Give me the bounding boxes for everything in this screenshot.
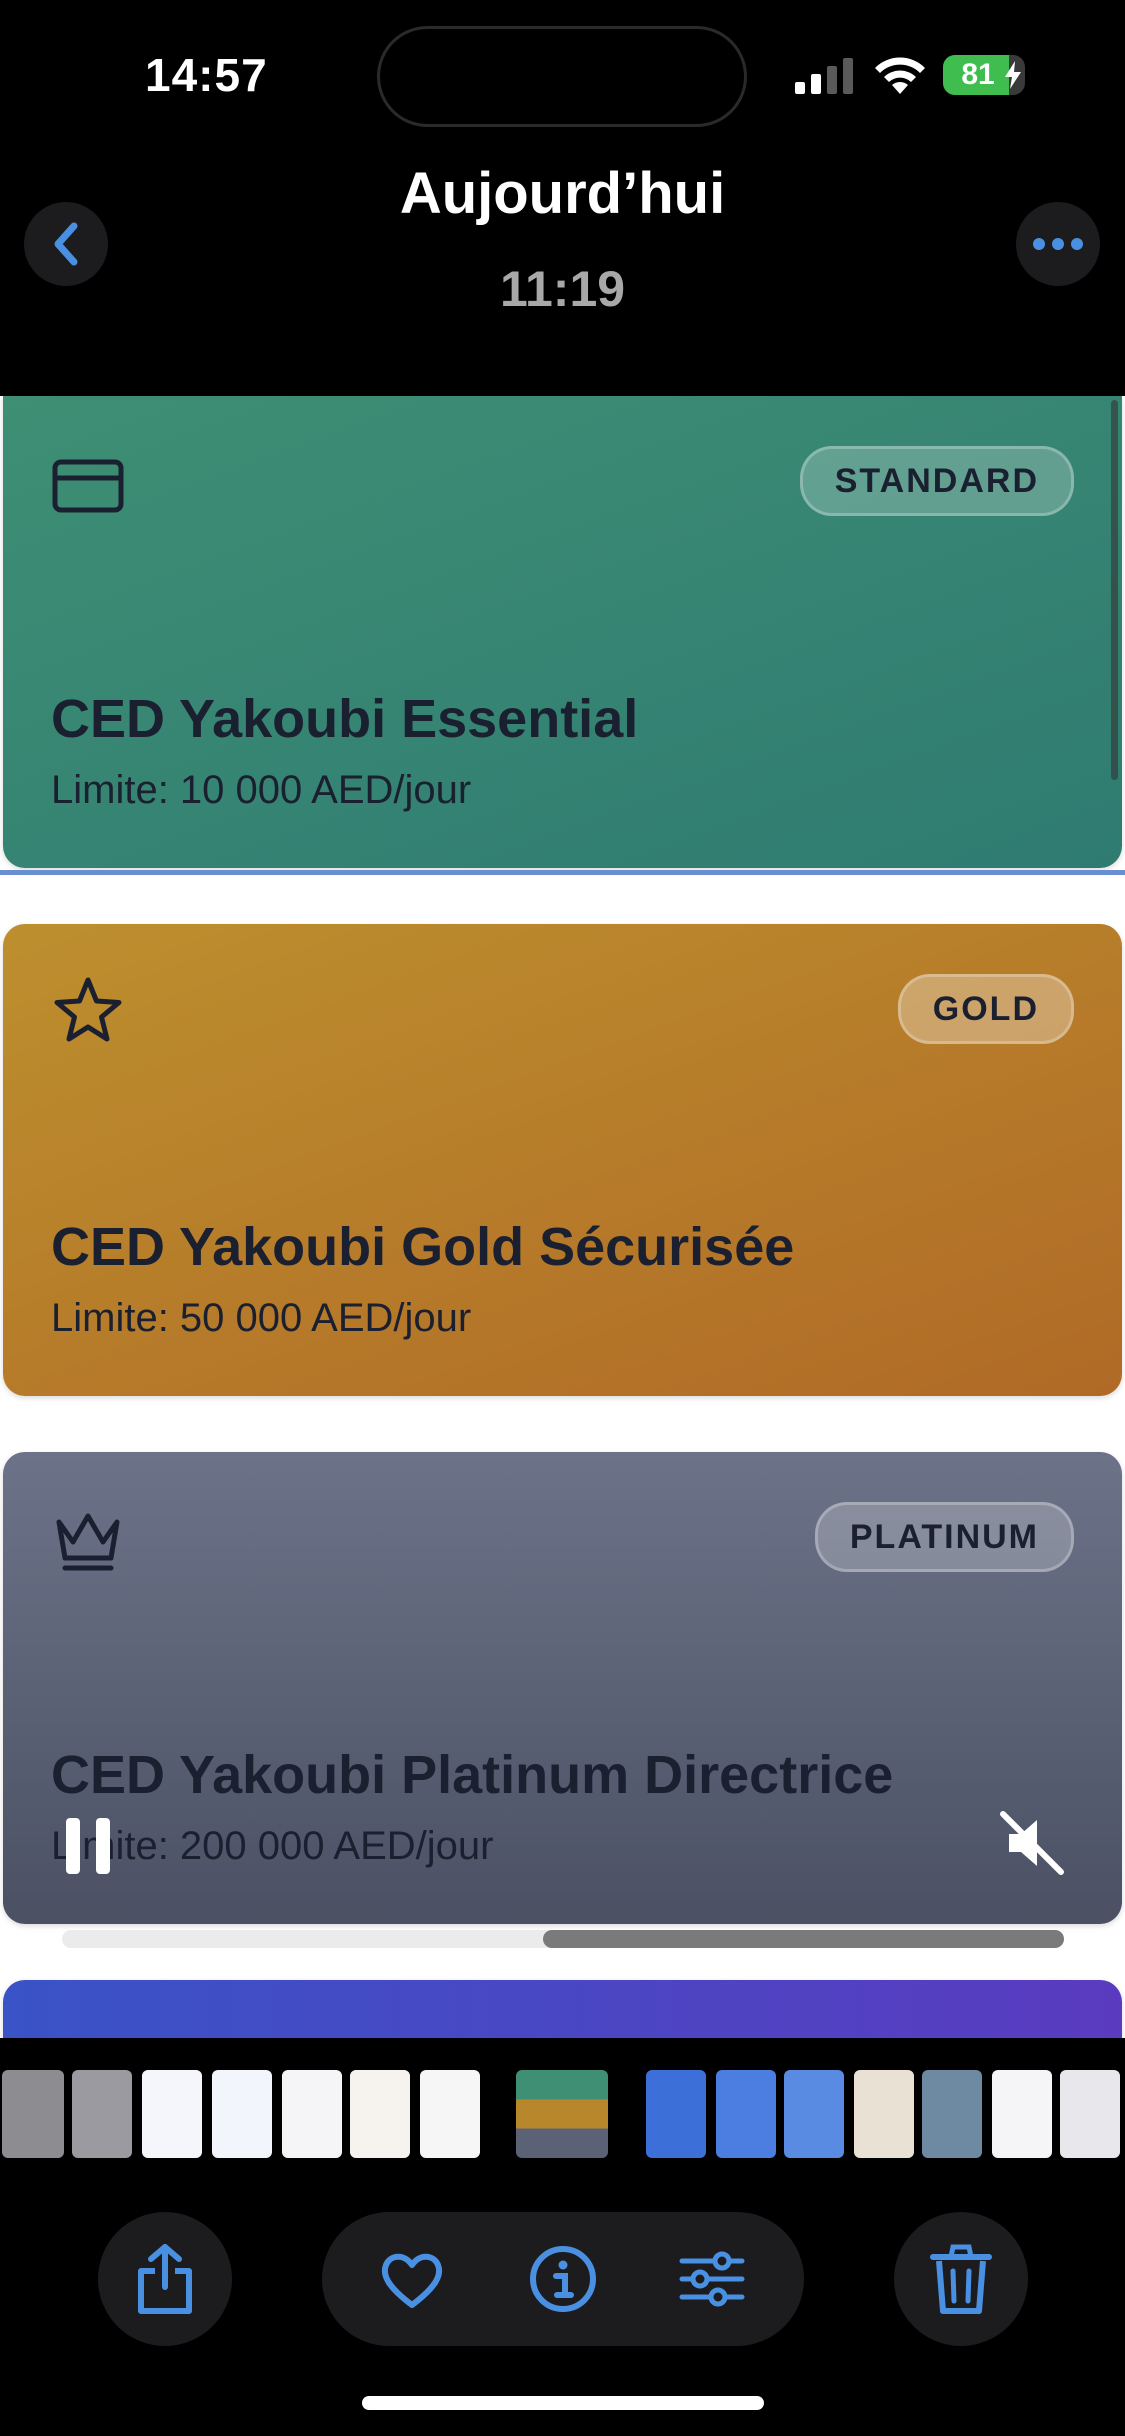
- scroll-indicator: [1111, 400, 1118, 780]
- pause-button[interactable]: [64, 1816, 114, 1876]
- thumbnail[interactable]: [992, 2070, 1052, 2158]
- thumbnail-current[interactable]: [516, 2070, 608, 2158]
- card-next-partial: [3, 1980, 1122, 2038]
- status-time: 14:57: [145, 49, 268, 101]
- thumbnail[interactable]: [420, 2070, 480, 2158]
- tier-badge: STANDARD: [799, 446, 1074, 516]
- separator-line: [0, 870, 1125, 875]
- heart-icon[interactable]: [378, 2245, 446, 2313]
- thumbnail[interactable]: [282, 2070, 342, 2158]
- tier-badge: PLATINUM: [814, 1502, 1074, 1572]
- card-limit: Limite: 200 000 AED/jour: [51, 1824, 494, 1868]
- card-platinum[interactable]: PLATINUM CED Yakoubi Platinum Directrice…: [3, 1452, 1122, 1924]
- thumbnail[interactable]: [646, 2070, 706, 2158]
- thumbnail[interactable]: [784, 2070, 844, 2158]
- thumbnail[interactable]: [854, 2070, 914, 2158]
- share-button[interactable]: [98, 2212, 232, 2346]
- video-progress-bar[interactable]: [62, 1930, 1064, 1948]
- card-limit: Limite: 10 000 AED/jour: [51, 768, 472, 812]
- card-name: CED Yakoubi Gold Sécurisée: [51, 1217, 795, 1277]
- share-icon: [138, 2244, 192, 2314]
- card-standard[interactable]: STANDARD CED Yakoubi Essential Limite: 1…: [3, 396, 1122, 868]
- star-icon: [54, 977, 122, 1042]
- more-options-button[interactable]: [1016, 202, 1100, 286]
- thumbnail[interactable]: [716, 2070, 776, 2158]
- thumbnail[interactable]: [2, 2070, 64, 2158]
- thumbnail[interactable]: [350, 2070, 410, 2158]
- tier-badge: GOLD: [897, 974, 1074, 1044]
- info-icon[interactable]: [529, 2245, 597, 2313]
- crown-icon: [56, 1513, 120, 1571]
- header-time: 11:19: [499, 261, 626, 317]
- video-progress-fill: [542, 1930, 1064, 1948]
- trash-icon: [930, 2244, 992, 2314]
- battery-indicator: 81: [943, 55, 1025, 95]
- thumbnail[interactable]: [1060, 2070, 1120, 2158]
- photo-content[interactable]: STANDARD CED Yakoubi Essential Limite: 1…: [0, 396, 1125, 2038]
- home-indicator[interactable]: [362, 2396, 764, 2410]
- thumbnail-strip[interactable]: [0, 2064, 1125, 2160]
- charging-bolt-icon: [1005, 61, 1021, 89]
- card-name: CED Yakoubi Essential: [51, 689, 639, 749]
- battery-percentage: 81: [961, 58, 995, 91]
- card-gold[interactable]: GOLD CED Yakoubi Gold Sécurisée Limite: …: [3, 924, 1122, 1396]
- card-name: CED Yakoubi Platinum Directrice: [51, 1745, 894, 1805]
- action-pill: [322, 2212, 804, 2346]
- ellipsis-icon: [1033, 238, 1083, 250]
- speaker-muted-icon[interactable]: [995, 1806, 1069, 1880]
- thumbnail[interactable]: [212, 2070, 272, 2158]
- thumbnail[interactable]: [72, 2070, 132, 2158]
- card-limit: Limite: 50 000 AED/jour: [51, 1296, 472, 1340]
- dynamic-island: [377, 26, 747, 127]
- thumbnail[interactable]: [142, 2070, 202, 2158]
- header-date: Aujourd’hui: [399, 161, 726, 226]
- cellular-signal-icon: [795, 58, 853, 94]
- adjust-icon[interactable]: [678, 2245, 746, 2313]
- wifi-icon: [875, 57, 925, 94]
- credit-card-icon: [52, 459, 124, 513]
- thumbnail[interactable]: [922, 2070, 982, 2158]
- delete-button[interactable]: [894, 2212, 1028, 2346]
